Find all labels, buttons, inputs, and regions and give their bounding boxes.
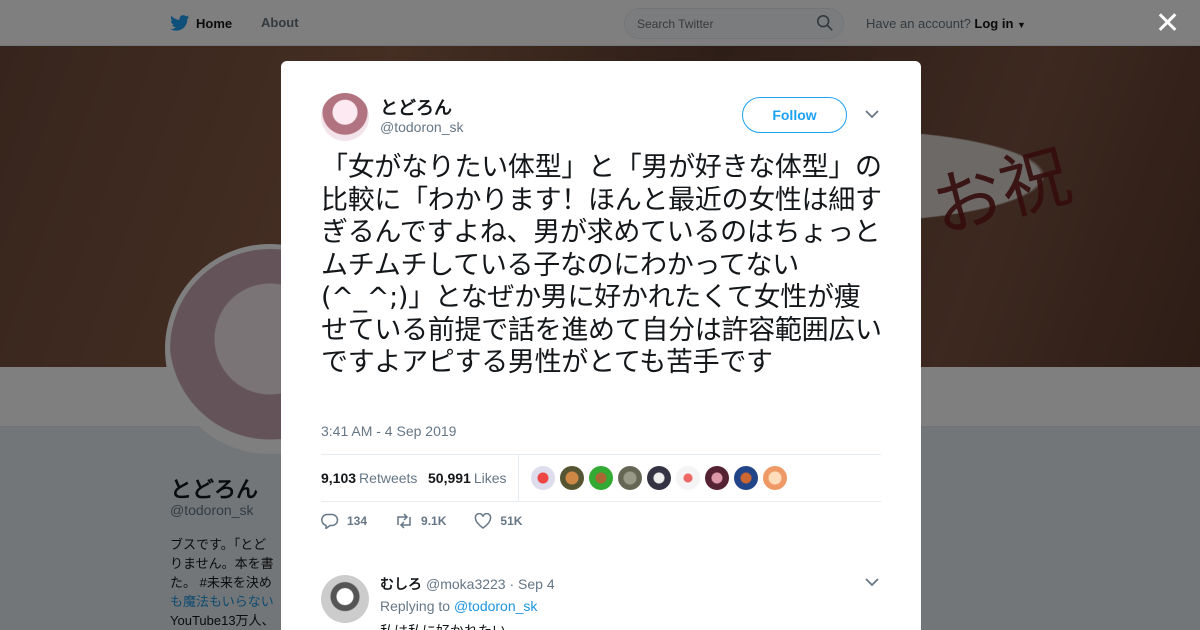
close-icon[interactable]: ✕ [1155, 9, 1180, 39]
liker-avatar[interactable] [705, 466, 729, 490]
stats-divider [518, 455, 519, 501]
liker-avatars [531, 466, 787, 490]
reply-count: 134 [347, 514, 368, 528]
author-avatar[interactable] [321, 93, 369, 141]
liker-avatar[interactable] [589, 466, 613, 490]
reply-author-avatar[interactable] [321, 575, 369, 623]
replying-to-prefix: Replying to [380, 598, 451, 614]
follow-button[interactable]: Follow [742, 97, 847, 133]
reply-date[interactable]: · Sep 4 [509, 576, 554, 592]
chevron-down-icon[interactable] [865, 109, 879, 119]
reply-text: 私は私に好かれたい [380, 621, 506, 630]
tweet-timestamp[interactable]: 3:41 AM - 4 Sep 2019 [321, 423, 456, 439]
heart-icon [475, 513, 492, 529]
retweets-stat[interactable]: 9,103 Retweets [321, 470, 417, 486]
reply-header: むしろ @moka3223 · Sep 4 [380, 574, 555, 594]
author-handle[interactable]: @todoron_sk [380, 119, 463, 135]
retweets-count: 9,103 [321, 470, 357, 486]
tweet-actions: 134 9.1K 51K [321, 513, 550, 529]
retweets-label: Retweets [359, 470, 418, 486]
liker-avatar[interactable] [676, 466, 700, 490]
like-count: 51K [500, 514, 523, 528]
liker-avatar[interactable] [647, 466, 671, 490]
liker-avatar[interactable] [734, 466, 758, 490]
tweet-modal: とどろん @todoron_sk Follow 「女がなりたい体型」と「男が好き… [281, 61, 921, 630]
liker-avatar[interactable] [531, 466, 555, 490]
reply-icon [321, 513, 339, 529]
likes-stat[interactable]: 50,991 Likes [428, 470, 507, 486]
tweet-stats: 9,103 Retweets 50,991 Likes [321, 454, 881, 502]
reply-action[interactable]: 134 [321, 513, 367, 529]
like-action[interactable]: 51K [474, 513, 522, 529]
liker-avatar[interactable] [618, 466, 642, 490]
likes-count: 50,991 [428, 470, 471, 486]
retweet-action[interactable]: 9.1K [395, 513, 446, 529]
tweet-text: 「女がなりたい体型」と「男が好きな体型」の比較に「わかります！ほんと最近の女性は… [321, 152, 882, 378]
author-name[interactable]: とどろん [380, 94, 452, 120]
replying-to-handle[interactable]: @todoron_sk [454, 598, 537, 614]
retweet-icon [397, 513, 411, 529]
reply-author-handle[interactable]: @moka3223 [426, 576, 506, 592]
likes-label: Likes [473, 470, 507, 486]
liker-avatar[interactable] [763, 466, 787, 490]
chevron-down-icon[interactable] [865, 577, 879, 587]
replying-to: Replying to @todoron_sk [380, 598, 537, 614]
reply-author-name[interactable]: むしろ [380, 576, 422, 592]
retweet-count: 9.1K [421, 514, 447, 528]
liker-avatar[interactable] [560, 466, 584, 490]
